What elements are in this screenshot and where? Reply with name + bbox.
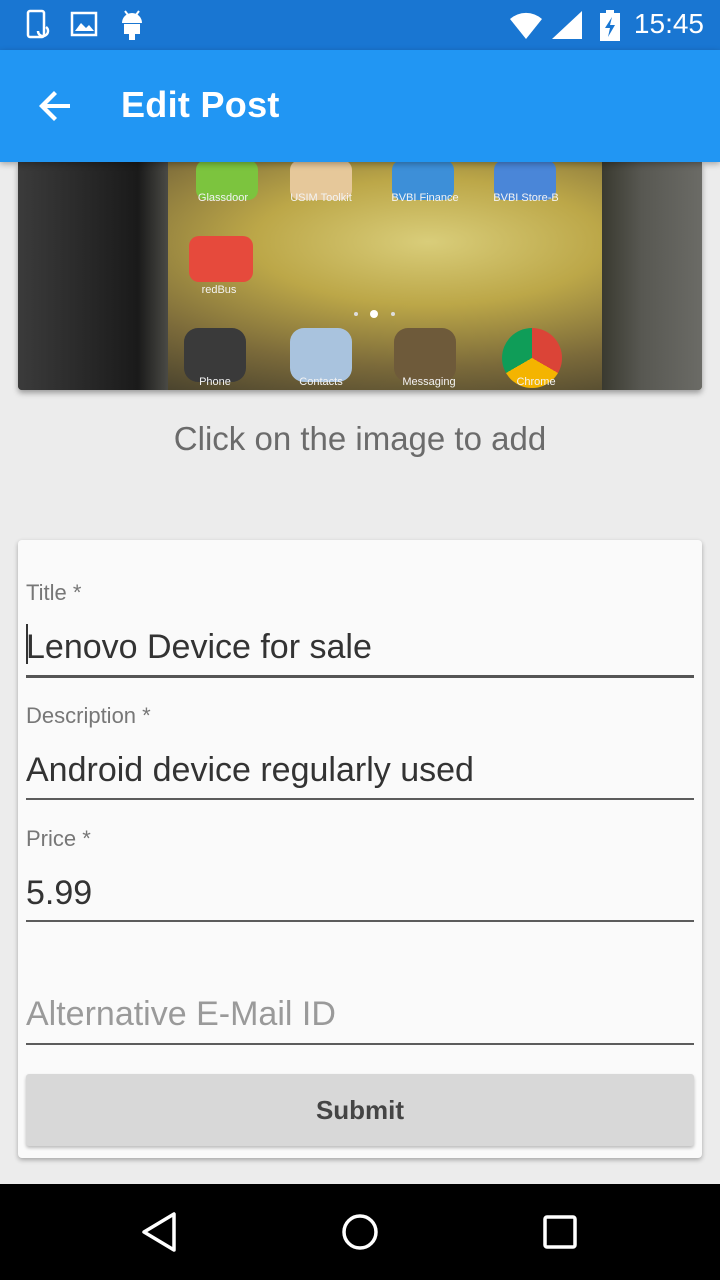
app-label: redBus <box>201 284 237 296</box>
app-label: Glassdoor <box>197 192 249 204</box>
app-label: BVBI Finance <box>391 192 459 204</box>
app-bar: Edit Post <box>0 50 720 162</box>
back-triangle-icon[interactable] <box>138 1210 182 1254</box>
submit-button[interactable]: Submit <box>26 1074 694 1146</box>
system-nav-bar <box>0 1184 720 1280</box>
messaging-app-icon <box>394 328 456 382</box>
signal-icon <box>552 11 582 39</box>
price-underline <box>26 920 694 922</box>
dock-label: Chrome <box>516 376 556 388</box>
page-title: Edit Post <box>121 84 280 125</box>
redbus-app-icon <box>189 236 253 282</box>
recents-square-icon[interactable] <box>538 1210 582 1254</box>
price-field[interactable]: 5.99 <box>26 874 92 913</box>
home-circle-icon[interactable] <box>338 1210 382 1254</box>
edit-post-form: Title * Lenovo Device for sale Descripti… <box>18 540 702 1158</box>
status-bar: 15:45 <box>0 0 720 50</box>
title-field[interactable]: Lenovo Device for sale <box>26 628 372 667</box>
dock-label: Contacts <box>299 376 343 388</box>
dock-label: Messaging <box>402 376 456 388</box>
app-label: BVBI Store-B <box>493 192 559 204</box>
title-underline <box>26 675 694 678</box>
contacts-app-icon <box>290 328 352 382</box>
phone-sync-icon <box>26 9 50 39</box>
dock-label: Phone <box>199 376 231 388</box>
status-time: 15:45 <box>633 8 704 39</box>
arrow-back-icon[interactable] <box>36 86 76 126</box>
phone-app-icon <box>184 328 246 382</box>
app-label: USIM Toolkit <box>290 192 352 204</box>
image-icon <box>70 11 98 37</box>
battery-charging-icon <box>600 10 620 41</box>
android-icon <box>122 10 142 40</box>
description-underline <box>26 798 694 800</box>
add-image-hint: Click on the image to add <box>173 420 547 457</box>
title-label: Title * <box>26 580 82 605</box>
description-field[interactable]: Android device regularly used <box>26 751 474 790</box>
description-label: Description * <box>26 703 151 728</box>
price-label: Price * <box>26 826 91 851</box>
post-image[interactable]: Glassdoor USIM Toolkit BVBI Finance BVBI… <box>18 162 702 390</box>
wifi-icon <box>510 12 542 39</box>
email-underline <box>26 1043 694 1045</box>
alternative-email-field[interactable]: Alternative E-Mail ID <box>26 995 336 1034</box>
